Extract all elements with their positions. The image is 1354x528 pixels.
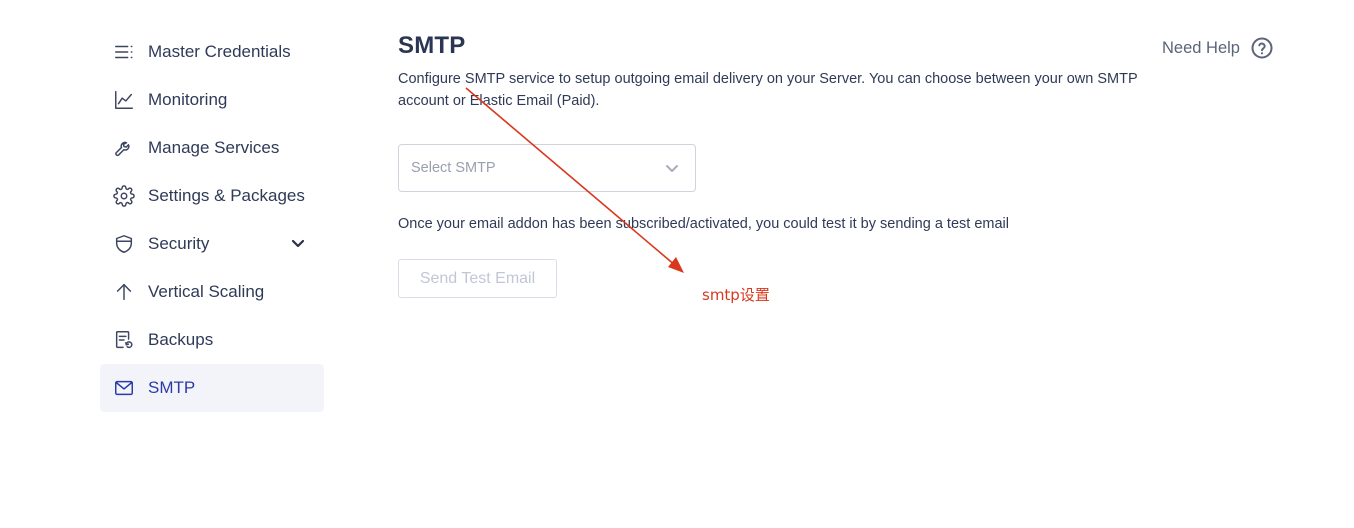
sidebar-item-vertical-scaling[interactable]: Vertical Scaling xyxy=(100,268,324,316)
sidebar: Master Credentials Monitoring Manage Ser… xyxy=(100,28,324,412)
mail-icon xyxy=(112,376,136,400)
sidebar-item-label: Settings & Packages xyxy=(148,186,305,205)
sidebar-item-security[interactable]: Security xyxy=(100,220,324,268)
page-title: SMTP xyxy=(398,32,466,59)
smtp-select-placeholder: Select SMTP xyxy=(411,160,496,176)
sidebar-item-manage-services[interactable]: Manage Services xyxy=(100,124,324,172)
sidebar-item-label: Monitoring xyxy=(148,90,228,109)
wrench-icon xyxy=(112,136,136,160)
sidebar-item-master-credentials[interactable]: Master Credentials xyxy=(100,28,324,76)
question-circle-icon[interactable] xyxy=(1250,36,1274,60)
shield-icon xyxy=(112,232,136,256)
sidebar-item-label: Vertical Scaling xyxy=(148,282,265,301)
chart-line-icon xyxy=(112,88,136,112)
sidebar-item-backups[interactable]: Backups xyxy=(100,316,324,364)
sidebar-item-label: SMTP xyxy=(148,378,196,397)
sidebar-item-monitoring[interactable]: Monitoring xyxy=(100,76,324,124)
send-test-email-button[interactable]: Send Test Email xyxy=(398,259,557,298)
need-help-label: Need Help xyxy=(1162,38,1240,57)
sidebar-item-label: Security xyxy=(148,234,210,253)
sidebar-item-label: Manage Services xyxy=(148,138,280,157)
sidebar-item-label: Backups xyxy=(148,330,214,349)
chevron-down-icon[interactable] xyxy=(290,235,306,251)
page-description: Configure SMTP service to setup outgoing… xyxy=(398,71,1138,109)
need-help-link[interactable]: Need Help xyxy=(1162,36,1274,60)
sidebar-item-label: Master Credentials xyxy=(148,42,291,61)
gear-icon xyxy=(112,184,136,208)
chevron-down-icon xyxy=(665,161,679,175)
sidebar-item-settings-packages[interactable]: Settings & Packages xyxy=(100,172,324,220)
list-icon xyxy=(112,40,136,64)
arrow-up-icon xyxy=(112,280,136,304)
annotation-label: smtp设置 xyxy=(702,286,770,304)
smtp-select[interactable]: Select SMTP xyxy=(398,144,696,192)
backup-icon xyxy=(112,328,136,352)
test-email-note: Once your email addon has been subscribe… xyxy=(398,216,1009,232)
sidebar-item-smtp[interactable]: SMTP xyxy=(100,364,324,412)
